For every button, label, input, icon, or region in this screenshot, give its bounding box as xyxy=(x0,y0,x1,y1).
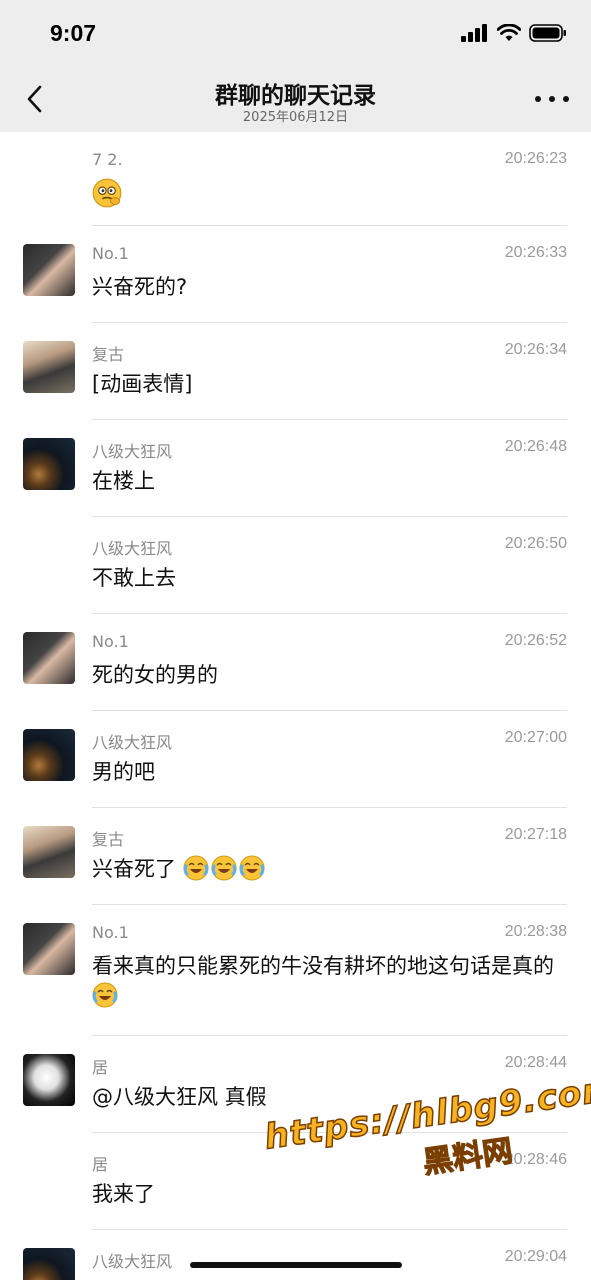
message-text: 不敢上去 xyxy=(92,566,176,590)
avatar[interactable] xyxy=(23,438,75,490)
avatar[interactable] xyxy=(23,826,75,878)
list-item[interactable]: No.1 20:26:33 兴奋死的? xyxy=(0,226,591,323)
sender-name: 复古 xyxy=(92,345,125,364)
list-item[interactable]: No.1 20:28:38 看来真的只能累死的牛没有耕坏的地这句话是真的 xyxy=(0,905,591,1036)
page-title: 群聊的聊天记录 xyxy=(215,83,376,109)
message-time: 20:26:33 xyxy=(504,244,567,261)
dizzy-face-emoji-icon xyxy=(92,178,122,208)
more-dot xyxy=(563,96,569,102)
laugh-cry-emoji-icon xyxy=(239,855,265,881)
sender-name: No.1 xyxy=(92,244,129,263)
message-time: 20:29:04 xyxy=(504,1248,567,1265)
message-text: 在楼上 xyxy=(92,469,155,493)
home-indicator[interactable] xyxy=(190,1262,402,1268)
list-item[interactable]: 八级大狂风 20:26:50 不敢上去 xyxy=(0,517,591,614)
sender-name: 居 xyxy=(92,1155,109,1174)
status-bar: 9:07 xyxy=(0,0,591,66)
message-time: 20:26:52 xyxy=(504,632,567,649)
list-item[interactable]: 复古 20:27:18 兴奋死了 xyxy=(0,808,591,905)
laugh-cry-emoji-icon xyxy=(92,982,118,1008)
status-time: 9:07 xyxy=(50,20,97,46)
sender-name: 八级大狂风 xyxy=(92,442,173,461)
battery-icon xyxy=(529,24,566,42)
sender-name: No.1 xyxy=(92,632,129,651)
list-item[interactable]: No.1 20:26:52 死的女的男的 xyxy=(0,614,591,711)
sender-name: 八级大狂风 xyxy=(92,1252,173,1271)
nav-bar: 群聊的聊天记录 2025年06月12日 xyxy=(0,66,591,132)
message-text: [动画表情] xyxy=(92,372,193,396)
sender-name: 八级大狂风 xyxy=(92,733,173,752)
laugh-cry-emoji-icon xyxy=(211,855,237,881)
signal-icon xyxy=(461,24,487,42)
sender-name: No.1 xyxy=(92,923,129,942)
avatar[interactable] xyxy=(23,923,75,975)
message-time: 20:26:50 xyxy=(504,535,567,552)
sender-name: 八级大狂风 xyxy=(92,539,173,558)
avatar[interactable] xyxy=(23,244,75,296)
message-text: 看来真的只能累死的牛没有耕坏的地这句话是真的 xyxy=(92,954,554,978)
list-item[interactable]: 八级大狂风 20:29:04 xyxy=(0,1230,591,1280)
message-time: 20:28:38 xyxy=(504,923,567,940)
message-time: 20:27:18 xyxy=(504,826,567,843)
sender-name: 复古 xyxy=(92,830,125,849)
sender-name: 7 2. xyxy=(92,150,123,169)
message-content xyxy=(92,178,561,211)
more-button[interactable] xyxy=(535,88,569,110)
page-date: 2025年06月12日 xyxy=(242,110,349,125)
message-text: 男的吧 xyxy=(92,760,155,784)
avatar[interactable] xyxy=(23,632,75,684)
sender-name: 居 xyxy=(92,1058,109,1077)
message-time: 20:28:44 xyxy=(504,1054,567,1071)
message-text: 兴奋死了 xyxy=(92,857,176,881)
message-text: 死的女的男的 xyxy=(92,663,218,687)
avatar[interactable] xyxy=(23,729,75,781)
list-item[interactable]: 复古 20:26:34 [动画表情] xyxy=(0,323,591,420)
message-content: 兴奋死了 xyxy=(92,854,561,884)
avatar[interactable] xyxy=(23,341,75,393)
message-time: 20:26:34 xyxy=(504,341,567,358)
list-item[interactable]: 八级大狂风 20:27:00 男的吧 xyxy=(0,711,591,808)
avatar[interactable] xyxy=(23,1248,75,1280)
more-dot xyxy=(535,96,541,102)
laugh-cry-emoji-icon xyxy=(183,855,209,881)
message-time: 20:26:48 xyxy=(504,438,567,455)
more-dot xyxy=(549,96,555,102)
message-content: 看来真的只能累死的牛没有耕坏的地这句话是真的 xyxy=(92,951,561,1011)
status-icons xyxy=(461,24,567,42)
avatar[interactable] xyxy=(23,1054,75,1106)
list-item[interactable]: 八级大狂风 20:26:48 在楼上 xyxy=(0,420,591,517)
wifi-icon xyxy=(497,24,521,41)
message-time: 20:27:00 xyxy=(504,729,567,746)
message-text: 兴奋死的? xyxy=(92,275,188,299)
message-time: 20:26:23 xyxy=(504,150,567,167)
list-item[interactable]: 7 2. 20:26:23 xyxy=(0,132,591,226)
